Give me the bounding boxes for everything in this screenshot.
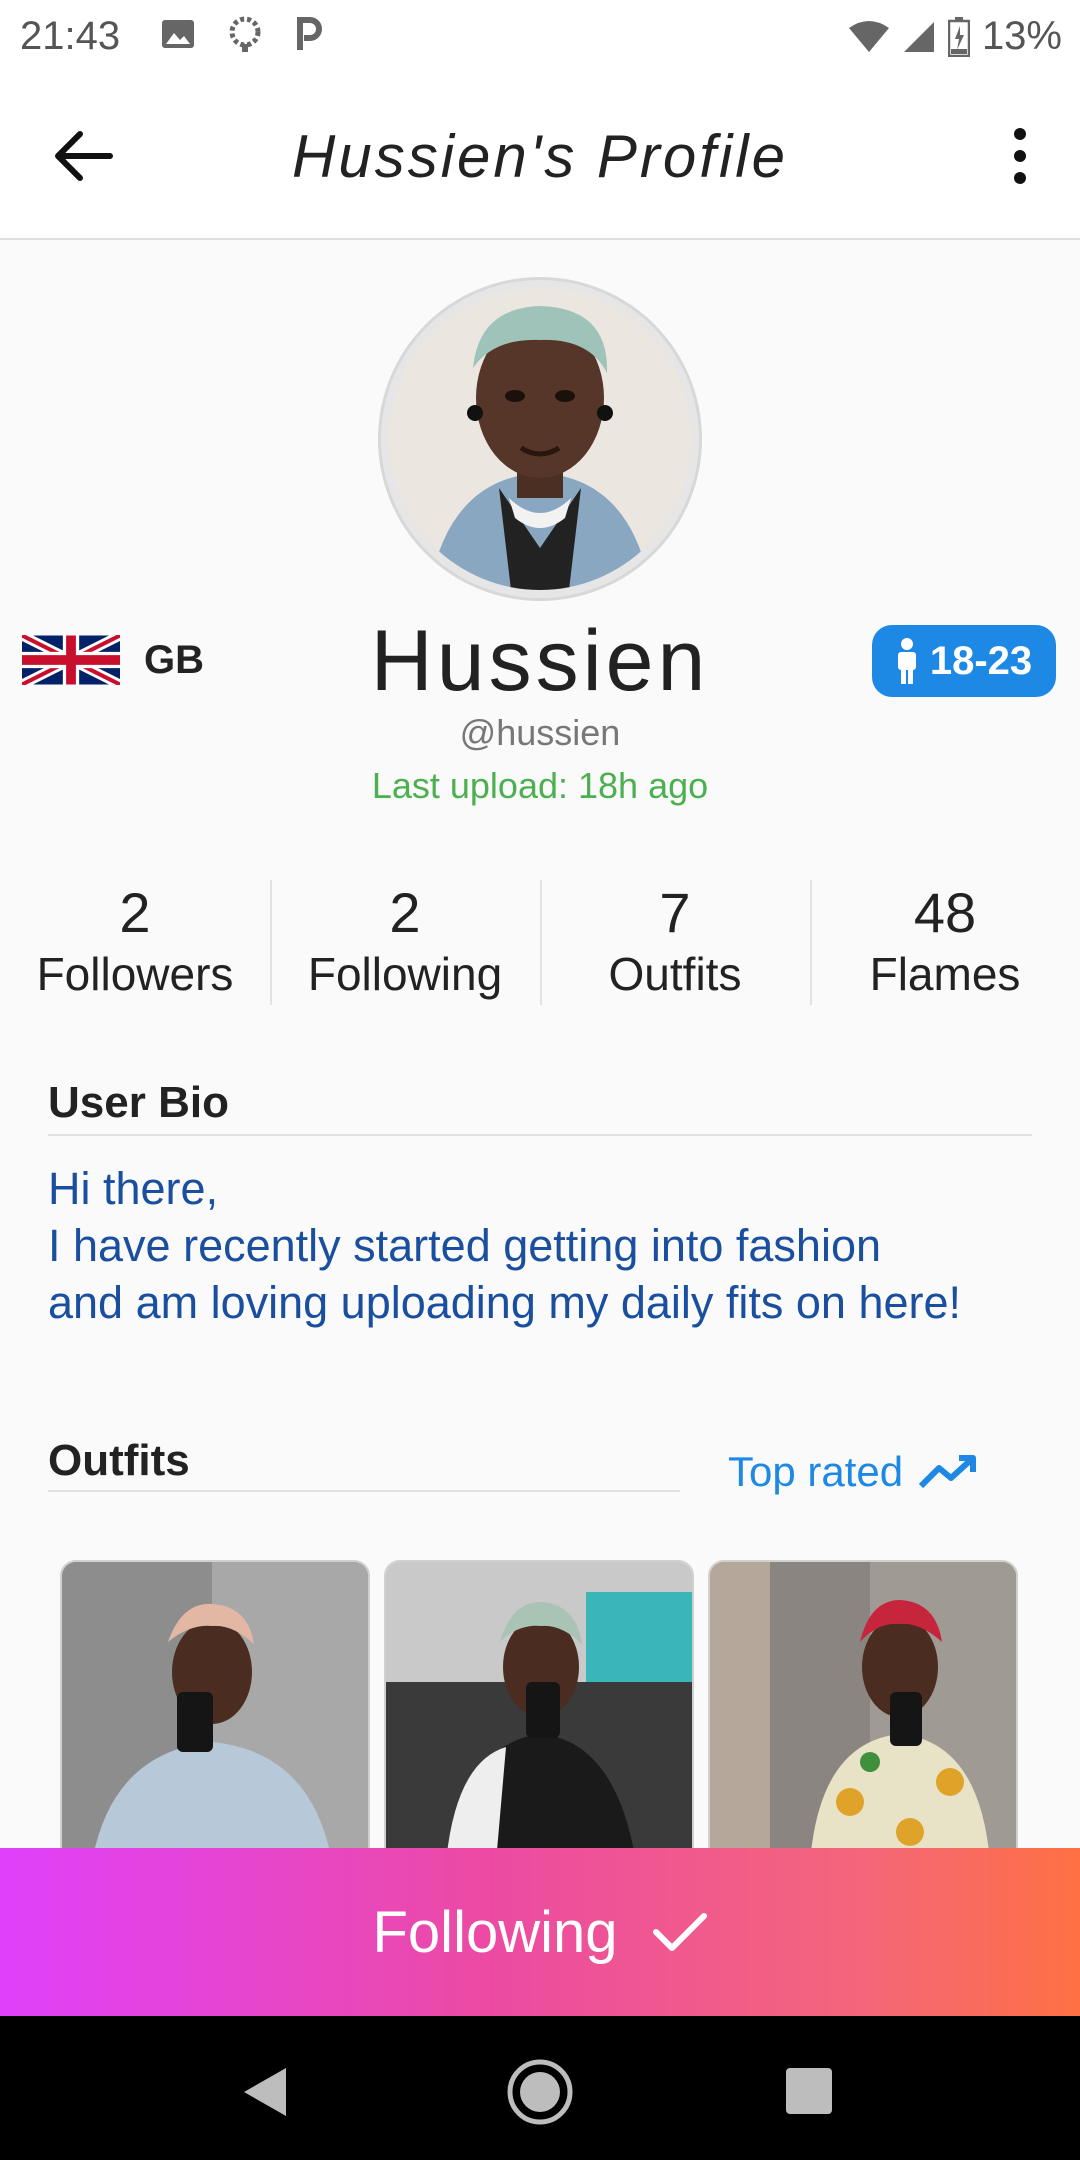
- check-icon: [652, 1913, 707, 1951]
- divider: [48, 1134, 1032, 1136]
- stat-outfits[interactable]: 7 Outfits: [540, 880, 810, 1005]
- outfit-thumbnail[interactable]: [384, 1560, 694, 1860]
- following-button[interactable]: Following: [0, 1848, 1080, 2016]
- image-icon: [162, 20, 194, 48]
- nav-recents-icon[interactable]: [786, 2068, 832, 2114]
- stat-following[interactable]: 2 Following: [270, 880, 540, 1005]
- battery-icon: [947, 16, 970, 57]
- profile-photo: [389, 288, 691, 590]
- stat-label: Outfits: [608, 948, 742, 1000]
- nav-back-icon[interactable]: [240, 2066, 290, 2118]
- outfit-photo: [710, 1562, 1016, 1858]
- outfit-photo: [386, 1562, 692, 1858]
- outfit-thumbnail[interactable]: [60, 1560, 370, 1860]
- stat-flames[interactable]: 48 Flames: [810, 880, 1080, 1005]
- status-bar: 21:43 13%: [0, 0, 1080, 72]
- battery-percent: 13%: [981, 14, 1062, 58]
- app-bar: Hussien's Profile: [0, 72, 1080, 240]
- stat-label: Following: [307, 948, 503, 1000]
- outfit-thumbnail[interactable]: [708, 1560, 1018, 1860]
- stat-value: 2: [119, 881, 151, 944]
- sort-top-rated-button[interactable]: Top rated: [728, 1448, 979, 1496]
- avatar-photo: [389, 288, 691, 590]
- stats-row: 2 Followers 2 Following 7 Outfits 48 Fla…: [0, 880, 1080, 1005]
- stat-value: 7: [659, 881, 691, 944]
- divider: [48, 1490, 680, 1492]
- last-upload-text: Last upload: 18h ago: [371, 765, 709, 806]
- wifi-icon: [848, 20, 889, 52]
- outfit-photo: [62, 1562, 368, 1858]
- status-time: 21:43: [20, 14, 121, 58]
- outfits-header: Outfits: [48, 1436, 190, 1485]
- stat-label: Followers: [36, 948, 234, 1000]
- stat-value: 48: [913, 881, 977, 944]
- stat-followers[interactable]: 2 Followers: [0, 880, 270, 1005]
- system-nav-bar: [0, 2016, 1080, 2160]
- trending-up-icon: [919, 1455, 977, 1489]
- notification-icons: [160, 16, 324, 52]
- more-vert-icon: [1014, 128, 1026, 184]
- signal-icon: [903, 21, 934, 52]
- status-right: 13%: [848, 14, 1062, 59]
- bio-header: User Bio: [48, 1078, 229, 1127]
- bio-text: Hi there, I have recently started gettin…: [48, 1163, 962, 1328]
- avatar[interactable]: [381, 280, 699, 598]
- profile-username: @hussien: [459, 712, 621, 753]
- stat-value: 2: [389, 881, 421, 944]
- stat-label: Flames: [869, 948, 1021, 1000]
- more-options-button[interactable]: [1010, 128, 1030, 184]
- page-title: Hussien's Profile: [292, 123, 788, 190]
- profile-name: Hussien: [370, 613, 710, 709]
- following-label: Following: [372, 1899, 618, 1965]
- brain-icon: [229, 16, 261, 52]
- nav-home-icon[interactable]: [506, 2058, 574, 2126]
- p-app-icon: [297, 17, 322, 50]
- sort-label: Top rated: [728, 1448, 904, 1495]
